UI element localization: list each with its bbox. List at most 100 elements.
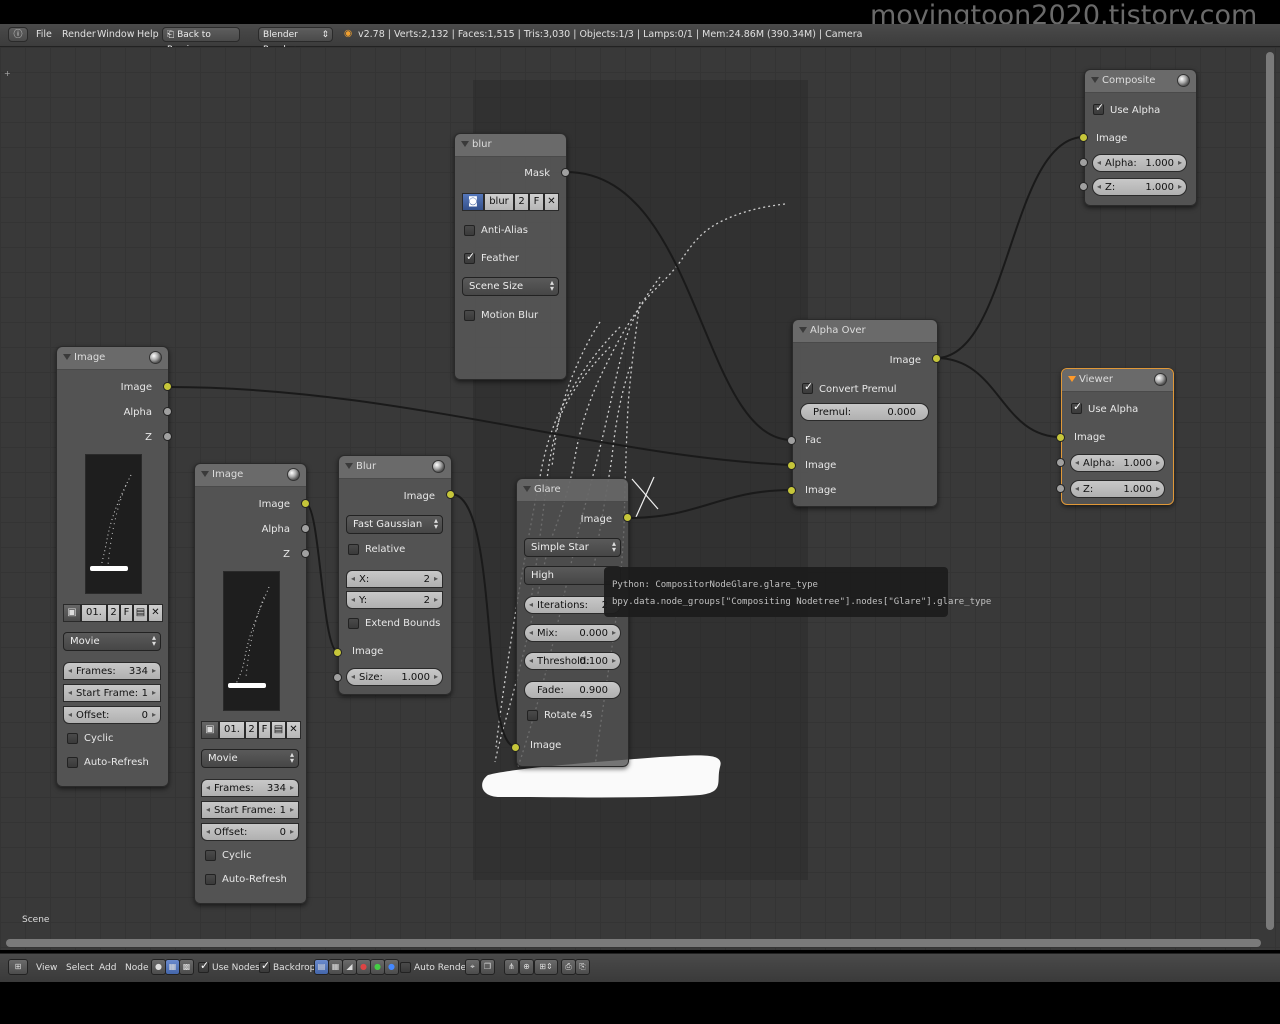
- collapse-icon[interactable]: [1068, 376, 1076, 382]
- auto-refresh-checkbox[interactable]: [205, 874, 216, 885]
- menu-render[interactable]: Render: [62, 29, 96, 40]
- menu-select[interactable]: Select: [66, 963, 94, 973]
- collapse-icon[interactable]: [461, 141, 469, 147]
- image-datablock-row[interactable]: ▣ 01. 2 F ▤ ✕: [201, 721, 301, 739]
- unlink-icon[interactable]: ✕: [148, 604, 163, 622]
- socket-viewer-z-in[interactable]: [1056, 484, 1065, 493]
- blur-size-field[interactable]: ◂ Size: 1.000 ▸: [346, 668, 443, 686]
- motion-blur-checkbox[interactable]: [464, 310, 475, 321]
- mask-name-field[interactable]: blur: [484, 193, 514, 211]
- backdrop-checkbox[interactable]: ✓: [259, 959, 270, 973]
- menu-file[interactable]: File: [36, 29, 52, 40]
- blur-filter-select[interactable]: Fast Gaussian ▴ ▾: [346, 515, 443, 534]
- copy-render-button[interactable]: ⎙: [561, 959, 576, 975]
- snap-target-button[interactable]: ⊕: [519, 959, 534, 975]
- vertical-scrollbar[interactable]: [1266, 52, 1274, 930]
- composite-node[interactable]: Composite ✓ Use Alpha Image ◂ Alpha: 1.0…: [1084, 69, 1197, 206]
- socket-image1-image-out[interactable]: [163, 382, 172, 391]
- horizontal-scrollbar[interactable]: [6, 939, 1261, 947]
- region-expand-icon[interactable]: +: [4, 69, 11, 78]
- image-source-select[interactable]: Movie ▴ ▾: [201, 749, 299, 768]
- image-users-count[interactable]: 2: [107, 604, 120, 622]
- start-frame-field[interactable]: ◂ Start Frame: 1 ▸: [201, 801, 299, 819]
- auto-refresh-checkbox[interactable]: [67, 757, 78, 768]
- image-users-count[interactable]: 2: [245, 721, 258, 739]
- socket-glare-image-out[interactable]: [623, 513, 632, 522]
- preview-sphere-icon[interactable]: [149, 351, 162, 364]
- preview-sphere-icon[interactable]: [1177, 74, 1190, 87]
- collapse-icon[interactable]: [201, 471, 209, 477]
- frames-field[interactable]: ◂ Frames: 334 ▸: [201, 779, 299, 797]
- socket-alphaover-image2-in[interactable]: [787, 486, 796, 495]
- unlink-icon[interactable]: ✕: [286, 721, 301, 739]
- socket-viewer-alpha-in[interactable]: [1056, 458, 1065, 467]
- blur-y-field[interactable]: ◂ Y: 2 ▸: [346, 591, 443, 609]
- blur-node[interactable]: Blur Image Fast Gaussian ▴ ▾ Relative ◂ X…: [338, 455, 452, 695]
- socket-viewer-image-in[interactable]: [1056, 433, 1065, 442]
- image-node-2[interactable]: Image Image Alpha Z ▣ 01. 2 F ▤ ✕ Movie …: [194, 463, 307, 904]
- image-node-1[interactable]: Image Image Alpha Z ▣ 01. 2 F ▤ ✕ Movie …: [56, 346, 169, 787]
- frames-field[interactable]: ◂ Frames: 334 ▸: [63, 662, 161, 680]
- collapse-icon[interactable]: [523, 486, 531, 492]
- socket-image2-image-out[interactable]: [301, 499, 310, 508]
- collapse-icon[interactable]: [345, 463, 353, 469]
- z-field[interactable]: ◂ Z: 1.000 ▸: [1070, 480, 1165, 498]
- backdrop-channel-green[interactable]: ●: [370, 959, 385, 975]
- socket-image1-alpha-out[interactable]: [163, 407, 172, 416]
- mask-browse-icon[interactable]: ◙: [462, 193, 484, 211]
- anti-alias-checkbox[interactable]: [464, 225, 475, 236]
- backdrop-channel-alpha[interactable]: ◢: [342, 959, 357, 975]
- collapse-icon[interactable]: [1091, 77, 1099, 83]
- backdrop-channel-red[interactable]: ●: [356, 959, 371, 975]
- image-name-field[interactable]: 01.: [81, 604, 107, 622]
- premul-field[interactable]: Premul: 0.000: [800, 403, 929, 421]
- auto-render-checkbox[interactable]: [400, 962, 411, 973]
- menu-help[interactable]: Help: [137, 29, 159, 40]
- socket-alphaover-fac-in[interactable]: [787, 436, 796, 445]
- fade-field[interactable]: Fade: 0.900: [524, 681, 621, 699]
- menu-node[interactable]: Node: [125, 963, 149, 973]
- extend-bounds-checkbox[interactable]: [348, 618, 359, 629]
- viewer-node[interactable]: Viewer ✓ Use Alpha Image ◂ Alpha: 1.000 …: [1061, 368, 1174, 505]
- preview-sphere-icon[interactable]: [432, 460, 445, 473]
- collapse-icon[interactable]: [63, 354, 71, 360]
- node-header[interactable]: Blur: [339, 456, 451, 479]
- render-engine-select[interactable]: Blender Render ⇕: [258, 27, 333, 55]
- socket-composite-alpha-in[interactable]: [1079, 158, 1088, 167]
- backdrop-channel-rgba[interactable]: ▦: [328, 959, 343, 975]
- socket-mask-out[interactable]: [561, 168, 570, 177]
- shader-tree-button[interactable]: ●: [151, 959, 166, 975]
- socket-glare-image-in[interactable]: [511, 743, 520, 752]
- node-header[interactable]: Alpha Over: [793, 320, 937, 343]
- texture-tree-button[interactable]: ▩: [179, 959, 194, 975]
- socket-composite-z-in[interactable]: [1079, 182, 1088, 191]
- image-name-field[interactable]: 01.: [219, 721, 245, 739]
- open-file-icon[interactable]: ▤: [271, 721, 286, 739]
- snap-element-select[interactable]: ⊞⇕: [534, 959, 558, 975]
- socket-blur-image-out[interactable]: [446, 490, 455, 499]
- threshold-field[interactable]: ◂ Threshold: 0.100 ▸: [524, 652, 621, 670]
- socket-image1-z-out[interactable]: [163, 432, 172, 441]
- unlink-icon[interactable]: ✕: [544, 193, 559, 211]
- cyclic-checkbox[interactable]: [205, 850, 216, 861]
- rotate45-checkbox[interactable]: [527, 710, 538, 721]
- node-header[interactable]: Image: [57, 347, 168, 370]
- use-alpha-checkbox[interactable]: ✓: [1093, 101, 1104, 115]
- use-alpha-checkbox[interactable]: ✓: [1071, 400, 1082, 414]
- editor-type-button[interactable]: ⊞: [8, 959, 28, 975]
- relative-checkbox[interactable]: [348, 544, 359, 555]
- fake-user-toggle[interactable]: F: [120, 604, 133, 622]
- backdrop-channel-rgb[interactable]: ▤: [314, 959, 329, 975]
- mask-datablock-row[interactable]: ◙ blur 2 F ✕: [462, 193, 559, 211]
- fake-user-toggle[interactable]: F: [258, 721, 271, 739]
- mask-users-count[interactable]: 2: [514, 193, 529, 211]
- glare-node[interactable]: Glare Image Simple Star ▴ ▾ High ◂ Iterat…: [516, 478, 629, 767]
- back-to-previous-button[interactable]: ⎗ Back to Previous: [162, 27, 240, 55]
- offset-field[interactable]: ◂ Offset: 0 ▸: [201, 823, 299, 841]
- snap-button[interactable]: ⋔: [504, 959, 519, 975]
- mask-node[interactable]: blur Mask ◙ blur 2 F ✕ Anti-Alias ✓ Feat…: [454, 133, 567, 380]
- paste-render-button[interactable]: ⎘: [575, 959, 590, 975]
- node-header[interactable]: Image: [195, 464, 306, 487]
- socket-image2-z-out[interactable]: [301, 549, 310, 558]
- copy-button[interactable]: ❐: [480, 959, 495, 975]
